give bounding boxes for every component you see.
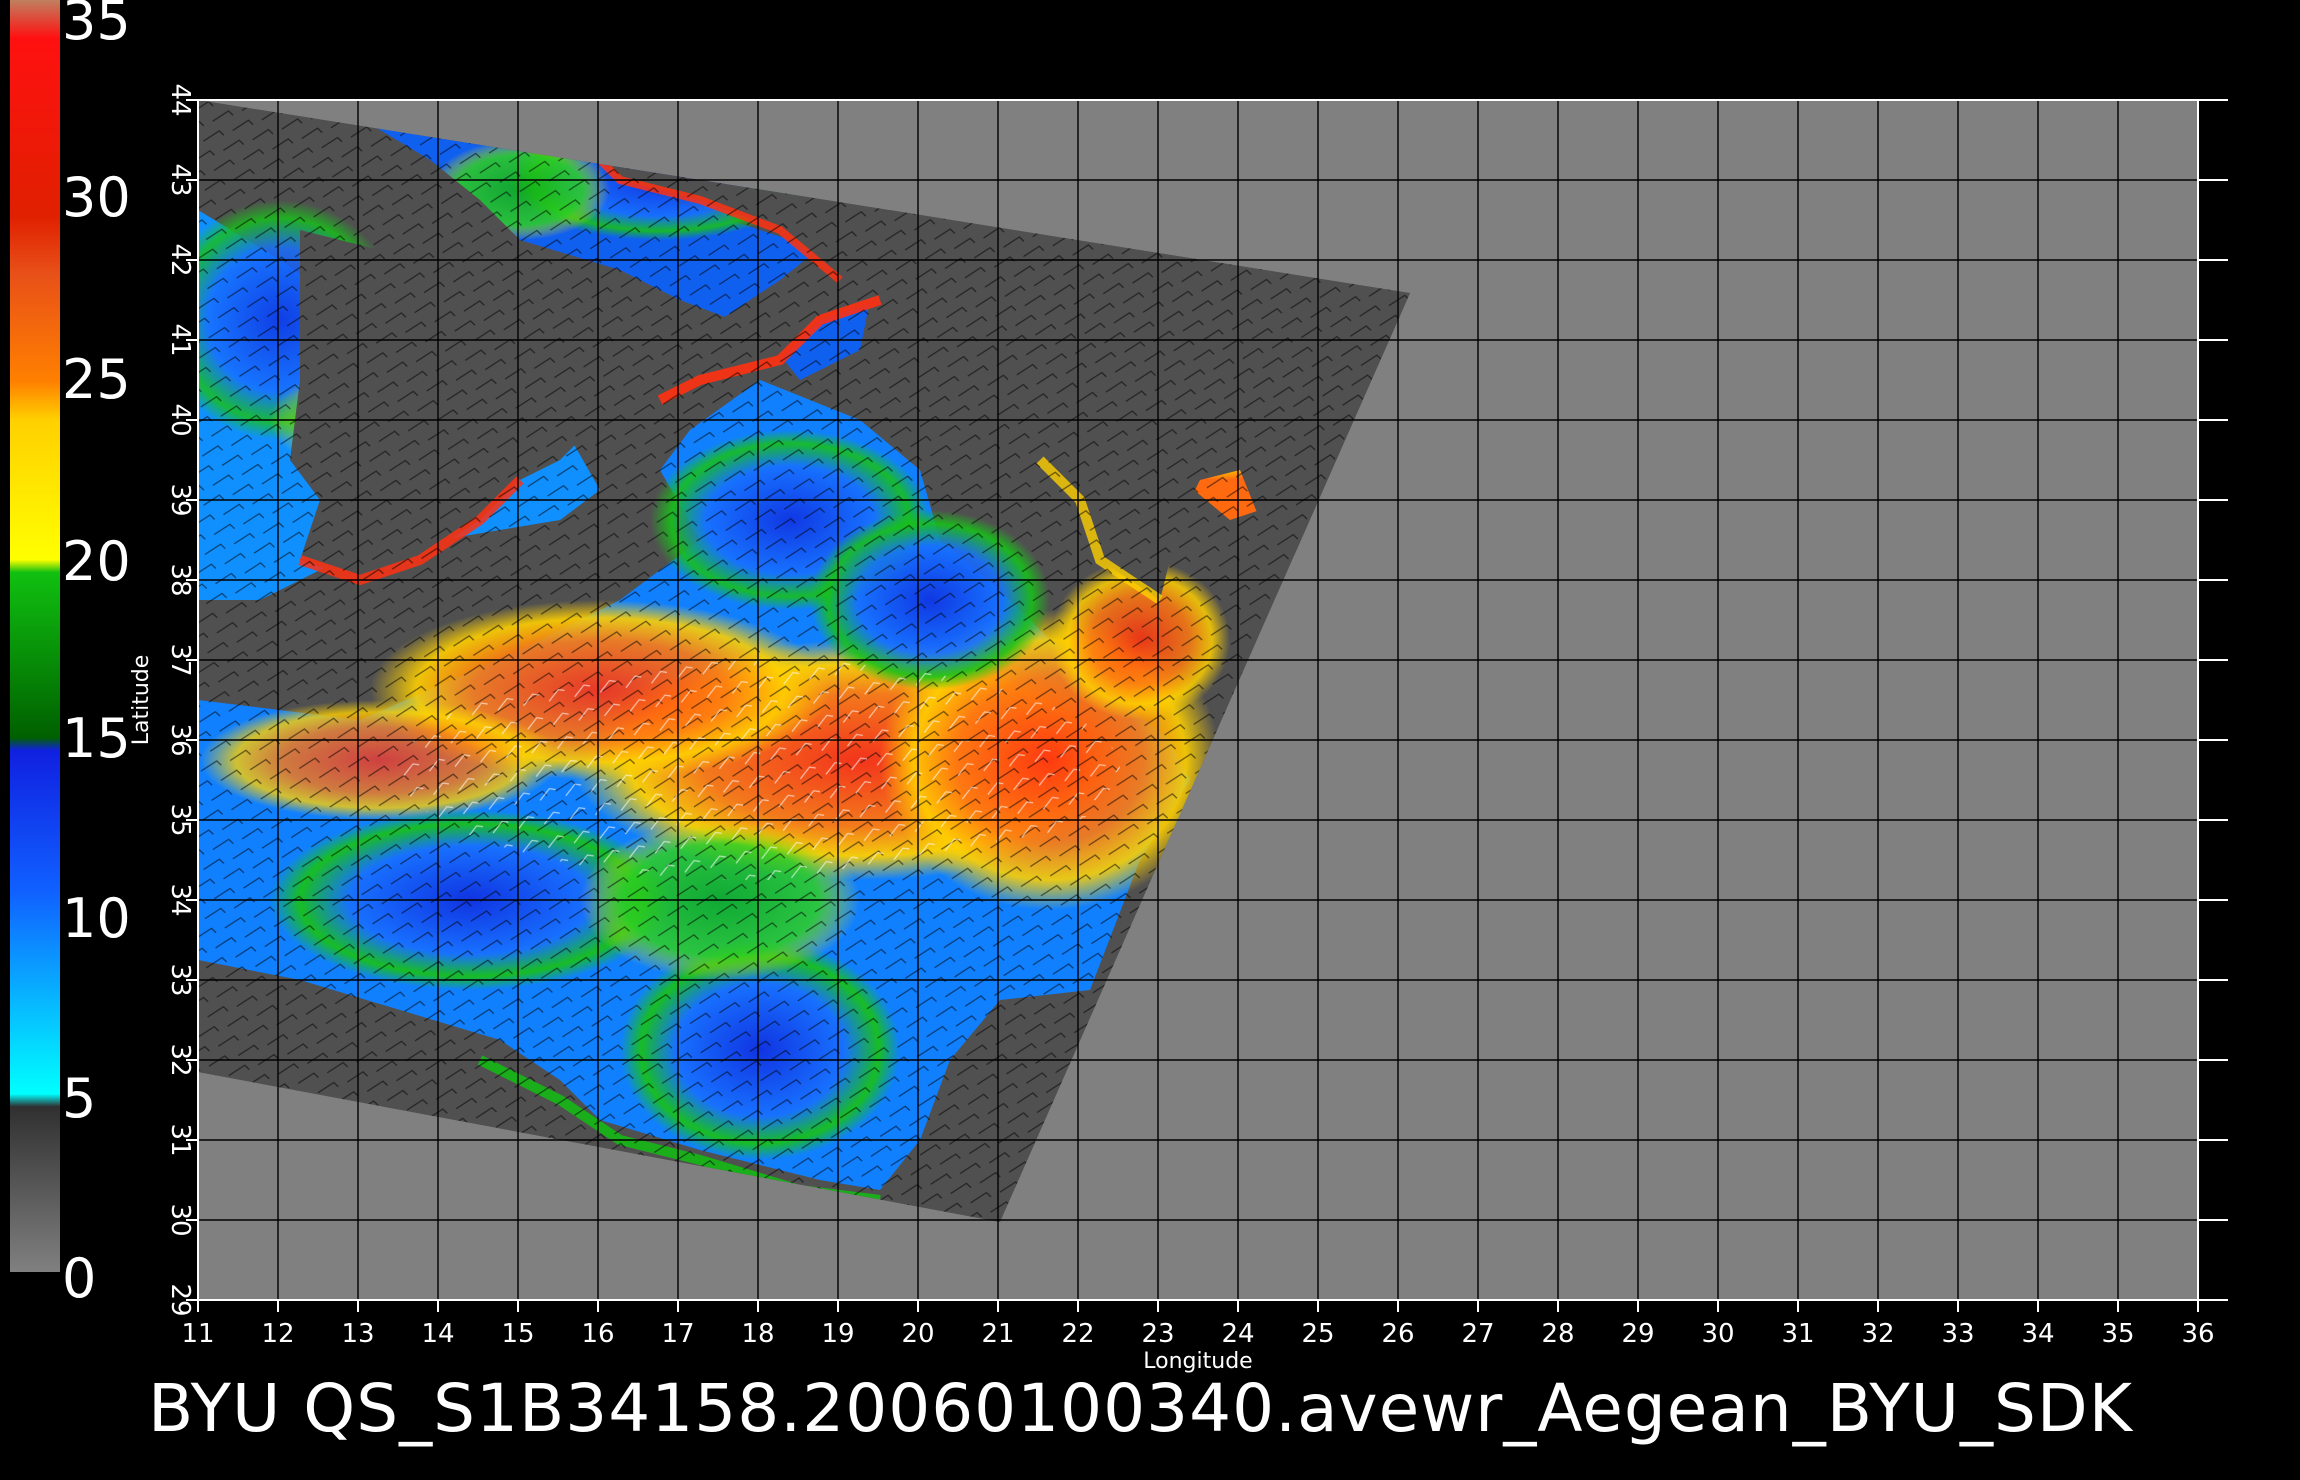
x-tick-label: 11 — [181, 1319, 214, 1349]
x-tick-label: 22 — [1061, 1319, 1094, 1349]
y-tick-label: 33 — [165, 963, 195, 996]
x-tick-label: 12 — [261, 1319, 294, 1349]
y-tick-label: 42 — [165, 243, 195, 276]
y-tick-label: 31 — [165, 1123, 195, 1156]
x-tick-label: 32 — [1861, 1319, 1894, 1349]
y-tick-label: 32 — [165, 1043, 195, 1076]
x-tick-label: 21 — [981, 1319, 1014, 1349]
y-tick-label: 30 — [165, 1203, 195, 1236]
y-tick-label: 29 — [165, 1283, 195, 1316]
y-tick-label: 38 — [165, 563, 195, 596]
y-tick-label: 37 — [165, 643, 195, 676]
x-tick-label: 20 — [901, 1319, 934, 1349]
y-tick-label: 39 — [165, 483, 195, 516]
x-tick-label: 34 — [2021, 1319, 2054, 1349]
x-tick-label: 14 — [421, 1319, 454, 1349]
x-tick-label: 29 — [1621, 1319, 1654, 1349]
figure-title: BYU QS_S1B34158.20060100340.avewr_Aegean… — [148, 1370, 2133, 1447]
y-tick-label: 43 — [165, 163, 195, 196]
x-tick-label: 28 — [1541, 1319, 1574, 1349]
x-tick-label: 31 — [1781, 1319, 1814, 1349]
x-tick-label: 27 — [1461, 1319, 1494, 1349]
wind-map-panel: 11 12 13 14 15 16 17 18 19 20 21 22 23 24 25 26 27 28 29 30… — [129, 83, 2228, 1374]
x-tick-label: 23 — [1141, 1319, 1174, 1349]
y-tick-label: 35 — [165, 803, 195, 836]
x-tick-label: 16 — [581, 1319, 614, 1349]
x-tick-label: 30 — [1701, 1319, 1734, 1349]
x-tick-label: 17 — [661, 1319, 694, 1349]
x-tick-label: 15 — [501, 1319, 534, 1349]
x-tick-label: 24 — [1221, 1319, 1254, 1349]
x-tick-label: 25 — [1301, 1319, 1334, 1349]
x-tick-label: 26 — [1381, 1319, 1414, 1349]
x-tick-label: 33 — [1941, 1319, 1974, 1349]
wind-map-figure: 35 30 25 20 15 10 5 0 11 12 13 14 15 16 … — [0, 0, 2300, 1480]
x-tick-label: 18 — [741, 1319, 774, 1349]
x-tick-label: 13 — [341, 1319, 374, 1349]
y-tick-label: 44 — [165, 83, 195, 116]
y-tick-label: 36 — [165, 723, 195, 756]
y-tick-label: 41 — [165, 323, 195, 356]
x-tick-label: 36 — [2181, 1319, 2214, 1349]
x-axis-ticks: 11 12 13 14 15 16 17 18 19 20 21 22 23 24 25 26 27 28 29 30… — [181, 1300, 2215, 1349]
x-tick-label: 19 — [821, 1319, 854, 1349]
y-tick-label: 40 — [165, 403, 195, 436]
y-axis-label: Latitude — [129, 655, 154, 746]
x-tick-label: 35 — [2101, 1319, 2134, 1349]
y-tick-label: 34 — [165, 883, 195, 916]
